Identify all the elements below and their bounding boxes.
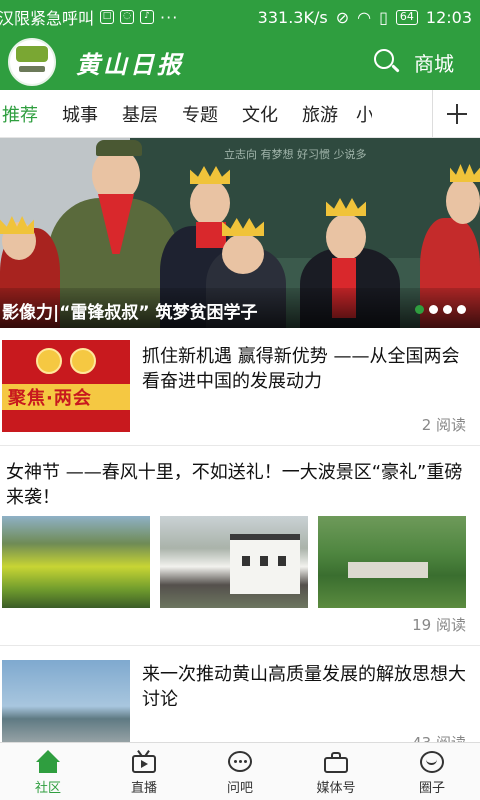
app-header: 黄山日报 商城	[0, 34, 480, 90]
category-tabs: 推荐 城事 基层 专题 文化 旅游 小	[0, 90, 480, 138]
carousel-dot	[457, 305, 466, 314]
news-title: 抓住新机遇 赢得新优势 ——从全国两会看奋进中国的发展动力	[142, 346, 460, 392]
message-notification-icon: ◌	[120, 10, 135, 24]
news-thumbnail	[160, 516, 308, 608]
nav-label: 圈子	[418, 781, 445, 796]
tab-travel[interactable]: 旅游	[290, 101, 350, 127]
carousel-dot	[443, 305, 452, 314]
tiktok-notification-icon: ♪	[140, 10, 155, 24]
blackboard-text: 立志向 有梦想 好习惯 少说多	[224, 148, 367, 161]
tab-partial[interactable]: 小	[350, 101, 372, 127]
news-item[interactable]: 女神节 ——春风十里，不如送礼！一大波景区“豪礼”重磅来袭！ 19 阅读	[0, 446, 480, 646]
avatar[interactable]	[8, 38, 56, 86]
news-thumbnail: 聚焦·两会	[2, 340, 130, 432]
app-logo: 黄山日报	[76, 49, 184, 79]
home-icon	[35, 750, 61, 774]
news-thumbnail	[2, 660, 130, 742]
tab-culture[interactable]: 文化	[230, 101, 290, 127]
battery-icon: 64	[395, 9, 418, 25]
read-count: 19 阅读	[412, 616, 466, 634]
tab-grassroots[interactable]: 基层	[110, 101, 170, 127]
nav-circles[interactable]: 圈子	[384, 743, 480, 800]
news-item[interactable]: 聚焦·两会 抓住新机遇 赢得新优势 ——从全国两会看奋进中国的发展动力 2 阅读	[0, 328, 480, 446]
app-notification-icon: □	[100, 10, 115, 24]
nav-community[interactable]: 社区	[0, 743, 96, 800]
news-item[interactable]: 来一次推动黄山高质量发展的解放思想大讨论 43 阅读	[0, 646, 480, 742]
bag-icon	[323, 750, 349, 774]
carousel-indicators	[415, 305, 466, 314]
wifi-icon: ◠	[357, 7, 372, 27]
read-count: 43 阅读	[412, 732, 466, 742]
news-title: 女神节 ——春风十里，不如送礼！一大波景区“豪礼”重磅来袭！	[6, 462, 463, 508]
tab-topics[interactable]: 专题	[170, 101, 230, 127]
mute-icon: ⊘	[335, 7, 350, 27]
tab-recommend[interactable]: 推荐	[0, 101, 50, 127]
nav-label: 问吧	[226, 781, 253, 796]
read-count: 2 阅读	[421, 416, 466, 434]
network-speed: 331.3K/s	[257, 7, 328, 27]
clock: 12:03	[425, 7, 472, 27]
news-thumbnail	[318, 516, 466, 608]
carousel-dot	[429, 305, 438, 314]
tv-icon	[131, 750, 157, 774]
circle-icon	[419, 750, 445, 774]
banner-carousel[interactable]: 立志向 有梦想 好习惯 少说多 影像力|“雷锋叔叔” 筑梦贫困学子	[0, 138, 480, 328]
status-bar: 汉限紧急呼叫 □ ◌ ♪ ··· 331.3K/s ⊘ ◠ ▯ 64 12:03	[0, 0, 480, 34]
tab-city[interactable]: 城事	[50, 101, 110, 127]
nav-ask[interactable]: 问吧	[192, 743, 288, 800]
nav-label: 媒体号	[316, 781, 356, 796]
thumbnail-text: 聚焦·两会	[8, 388, 92, 409]
search-icon[interactable]	[372, 47, 402, 77]
chat-icon	[227, 750, 253, 774]
bottom-navigation: 社区 直播 问吧 媒体号 圈子	[0, 742, 480, 800]
mall-button[interactable]: 商城	[414, 48, 454, 77]
nav-label: 直播	[130, 781, 157, 796]
notification-text: 汉限紧急呼叫	[0, 9, 95, 28]
nav-media[interactable]: 媒体号	[288, 743, 384, 800]
add-tab-button[interactable]	[432, 90, 480, 137]
news-title: 来一次推动黄山高质量发展的解放思想大讨论	[142, 664, 466, 710]
nav-live[interactable]: 直播	[96, 743, 192, 800]
news-feed: 聚焦·两会 抓住新机遇 赢得新优势 ——从全国两会看奋进中国的发展动力 2 阅读…	[0, 328, 480, 742]
news-thumbnail	[2, 516, 150, 608]
more-notifications-icon: ···	[160, 7, 179, 27]
sim-icon: ▯	[379, 7, 388, 27]
nav-label: 社区	[34, 781, 61, 796]
carousel-dot-active	[415, 305, 424, 314]
banner-caption: 影像力|“雷锋叔叔” 筑梦贫困学子	[0, 288, 480, 328]
